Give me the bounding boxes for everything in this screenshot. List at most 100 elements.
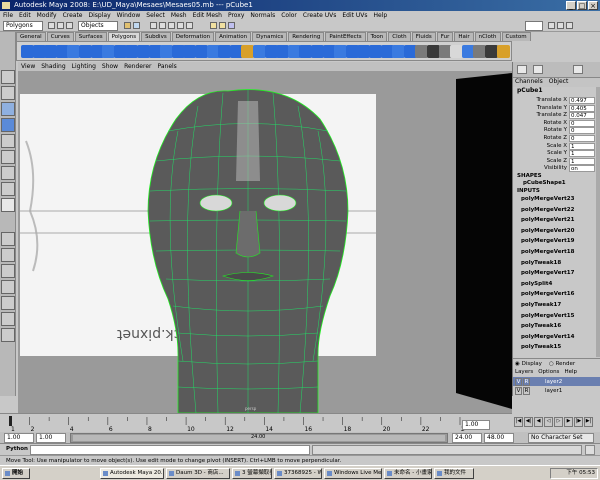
snap-curve-icon[interactable] [168,22,175,29]
input-node[interactable]: polyMergeVert14 [513,334,597,341]
layout-custom-icon[interactable] [1,312,15,326]
taskbar-messenger[interactable]: Windows Live Mes... [324,468,382,479]
snap-plane-icon[interactable] [186,22,193,29]
attr-value[interactable]: 0.047 [569,112,595,120]
menu-proxy[interactable]: Proxy [228,11,244,20]
rotate-tool-icon[interactable] [1,134,15,148]
layout-persp-outliner-icon[interactable] [1,264,15,278]
layer-row[interactable]: V Rlayer2 [513,377,600,386]
viewport-menu-lighting[interactable]: Lighting [72,62,96,71]
input-node[interactable]: polyMergeVert22 [513,207,597,214]
shelf-tab-fur[interactable]: Fur [436,32,454,41]
layer-menu-help[interactable]: Help [564,369,577,375]
animation-end-field[interactable]: 48.00 [484,433,514,443]
shelf-tab-deformation[interactable]: Deformation [171,32,215,41]
input-node[interactable]: polyTweak17 [513,302,597,309]
layer-menu-options[interactable]: Options [538,369,559,375]
minimize-button[interactable]: _ [566,1,576,10]
new-scene-icon[interactable] [48,22,55,29]
attr-value[interactable]: 0 [569,135,595,142]
taskbar-my-documents[interactable]: 我的文件 [434,468,474,479]
step-back-key-icon[interactable]: ◀| [524,417,533,427]
attr-value[interactable]: 1 [569,142,595,150]
show-channel-box-icon[interactable] [566,22,573,29]
layer-visibility-toggle[interactable]: V [515,386,522,395]
menu-edit[interactable]: Edit [19,11,31,20]
layer-menu-layers[interactable]: Layers [515,369,533,375]
input-node[interactable]: polySplit4 [513,281,597,288]
input-node[interactable]: polyMergeVert20 [513,228,597,235]
layer-name[interactable]: layer2 [531,379,562,385]
attr-value[interactable]: 0 [569,119,595,127]
snap-point-icon[interactable] [177,22,184,29]
menu-select[interactable]: Select [146,11,165,20]
attr-name[interactable]: Rotate Z [543,135,567,141]
play-forward-icon[interactable]: ▷ [554,417,563,427]
menu-set-selector[interactable]: Polygons [3,21,43,31]
attr-name[interactable]: Translate X [537,97,568,103]
viewport-menu-show[interactable]: Show [102,62,118,71]
layer-row[interactable]: V Rlayer1 [513,386,600,395]
input-node[interactable]: polyTweak16 [513,323,597,330]
shelf-tab-curves[interactable]: Curves [46,32,74,41]
layout-uv-icon[interactable] [496,45,510,58]
shelf-tab-animation[interactable]: Animation [215,32,252,41]
menu-color[interactable]: Color [281,11,297,20]
menu-edit-uvs[interactable]: Edit UVs [342,11,367,20]
layout-four-icon[interactable] [1,248,15,262]
attr-name[interactable]: Visibility [544,165,567,171]
attr-value[interactable]: 0 [569,127,595,135]
selected-object-name[interactable]: pCube1 [513,87,597,96]
input-node[interactable]: polyMergeVert21 [513,217,597,224]
step-forward-key-icon[interactable]: |▶ [574,417,583,427]
maximize-button[interactable]: □ [577,1,587,10]
shelf-tab-ncloth[interactable]: nCloth [474,32,501,41]
layout-tree-icon[interactable] [1,328,15,342]
display-radio[interactable]: ◉ Display [515,361,542,367]
menu-window[interactable]: Window [117,11,141,20]
viewport-menu-shading[interactable]: Shading [41,62,65,71]
attr-value[interactable]: 0.497 [569,97,595,104]
paint-select-tool-icon[interactable] [1,102,15,116]
playback-end-field[interactable]: 24.00 [452,433,482,443]
command-language-label[interactable]: Python [6,446,28,452]
channel-box-layout-icon[interactable] [573,65,583,74]
input-node[interactable]: polyMergeVert15 [513,313,597,320]
layer-playback-toggle[interactable]: R [523,386,530,395]
shelf-tab-toon[interactable]: Toon [366,32,388,41]
render-icon[interactable] [210,22,217,29]
save-scene-icon[interactable] [66,22,73,29]
open-scene-icon[interactable] [57,22,64,29]
layout-graph-icon[interactable] [1,280,15,294]
shelf-tab-fluids[interactable]: Fluids [411,32,436,41]
input-node[interactable]: polyMergeVert23 [513,196,597,203]
layer-name[interactable]: layer1 [531,388,562,394]
attr-name[interactable]: Translate Y [537,105,567,111]
layer-editor-toggle-icon[interactable] [533,65,543,74]
input-node[interactable]: polyMergeVert17 [513,270,597,277]
time-slider-ruler[interactable]: 124681012141618202224 [6,415,466,433]
object-tab[interactable]: Object [549,78,569,87]
menu-modify[interactable]: Modify [37,11,57,20]
start-button[interactable]: 開始 [2,468,30,479]
move-tool-icon[interactable] [1,118,15,132]
shelf-tab-subdivs[interactable]: Subdivs [141,32,171,41]
select-by-hierarchy-icon[interactable] [124,22,131,29]
ipr-render-icon[interactable] [219,22,226,29]
taskbar-screenshot[interactable]: 3 螢幕擷取參考 [232,468,272,479]
viewport-menu-renderer[interactable]: Renderer [124,62,151,71]
taskbar-daum[interactable]: Daum 3D - 商店... [166,468,230,479]
soft-mod-tool-icon[interactable] [1,166,15,180]
viewport-menu-view[interactable]: View [21,62,35,71]
current-frame-field[interactable]: 1.00 [462,420,490,430]
perspective-viewport[interactable]: View Shading Lighting Show Renderer Panels ht… [18,62,512,413]
render-radio[interactable]: ○ Render [549,361,575,367]
shelf-tab-cloth[interactable]: Cloth [388,32,411,41]
step-forward-icon[interactable]: ▶ [564,417,573,427]
input-node[interactable]: polyMergeVert18 [513,249,597,256]
script-editor-icon[interactable] [585,445,595,455]
attr-value[interactable]: 1 [569,150,595,158]
lasso-tool-icon[interactable] [1,86,15,100]
command-input[interactable] [30,445,310,455]
taskbar-maya[interactable]: Autodesk Maya 20... [100,468,164,479]
